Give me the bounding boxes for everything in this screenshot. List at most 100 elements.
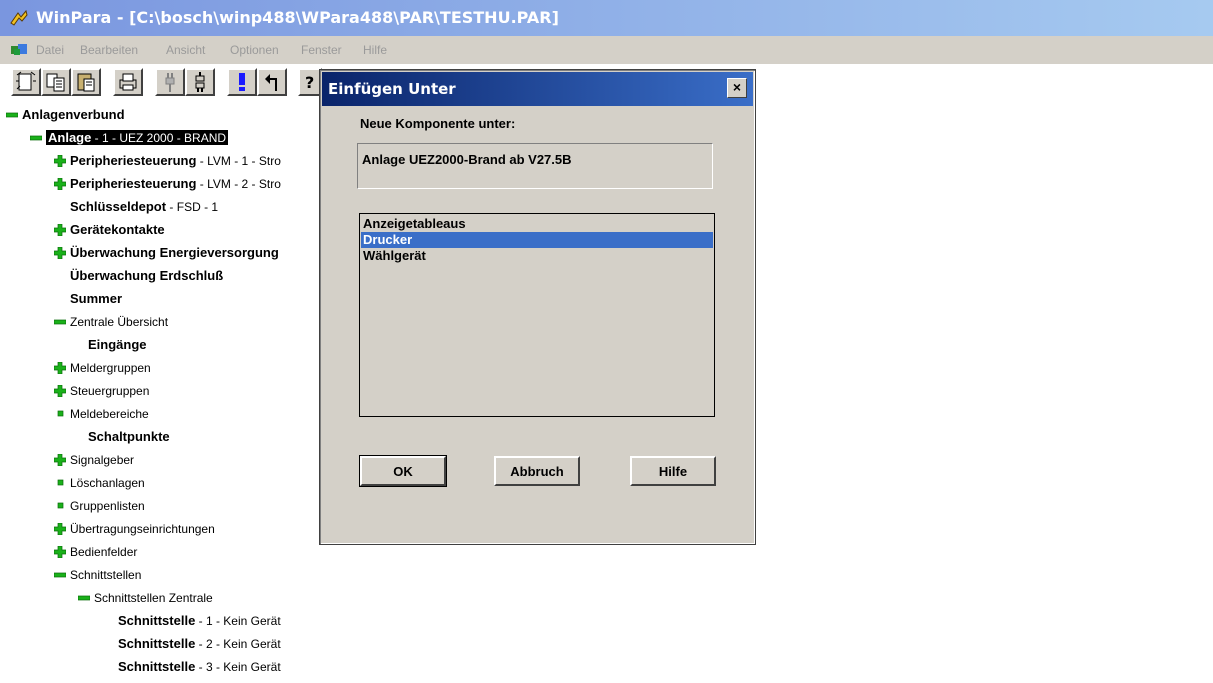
collapse-icon[interactable]	[6, 109, 18, 121]
paste-button[interactable]	[71, 68, 101, 96]
cancel-button[interactable]: Abbruch	[494, 456, 580, 486]
tree-node-anlage[interactable]: Anlage - 1 - UEZ 2000 - BRAND	[30, 127, 229, 149]
tree-desc: - 1 - Kein Gerät	[195, 614, 281, 628]
expand-icon[interactable]	[54, 454, 66, 466]
tree-node[interactable]: Steuergruppen	[54, 380, 149, 402]
close-button[interactable]: ×	[727, 78, 747, 98]
print-button[interactable]	[113, 68, 143, 96]
help-dialog-button[interactable]: Hilfe	[630, 456, 716, 486]
undo-icon	[265, 74, 277, 91]
tree-label: Summer	[70, 291, 123, 306]
tree-desc: - 1 - UEZ 2000 - BRAND	[91, 131, 227, 145]
tree-desc: - LVM - 1 - Stro	[196, 154, 281, 168]
list-item-selected[interactable]: Drucker	[361, 232, 713, 248]
expand-icon[interactable]	[54, 247, 66, 259]
tree-node[interactable]: Schlüsseldepot - FSD - 1	[54, 196, 218, 218]
close-icon: ×	[732, 79, 742, 95]
tree-node[interactable]: Schnittstellen Zentrale	[78, 587, 213, 609]
menu-fenster[interactable]: Fenster	[301, 43, 342, 57]
tree-label: Schnittstellen Zentrale	[94, 591, 213, 605]
expand-icon[interactable]	[54, 155, 66, 167]
plug-icon	[165, 73, 175, 92]
expand-icon[interactable]	[54, 224, 66, 236]
tree-node[interactable]: Schnittstelle - 1 - Kein Gerät	[102, 610, 281, 632]
leaf-icon	[57, 410, 64, 417]
tree-node[interactable]: Eingänge	[72, 334, 147, 356]
tree-label: Schnittstelle	[118, 659, 196, 674]
list-item[interactable]: Wählgerät	[361, 248, 713, 264]
tree-label: Gerätekontakte	[70, 222, 165, 237]
tree-label: Übertragungseinrichtungen	[70, 522, 215, 536]
tree-node[interactable]: Schaltpunkte	[72, 426, 170, 448]
expand-icon[interactable]	[54, 178, 66, 190]
tree-node[interactable]: Zentrale Übersicht	[54, 311, 168, 333]
tree-node[interactable]: Schnittstelle - 3 - Kein Gerät	[102, 656, 281, 678]
tree-node[interactable]: Signalgeber	[54, 449, 134, 471]
tree-node[interactable]: Meldebereiche	[54, 403, 149, 425]
menu-ansicht[interactable]: Ansicht	[166, 43, 205, 57]
tree-node[interactable]: Gerätekontakte	[54, 219, 165, 241]
app-icon	[10, 9, 28, 26]
tree-node[interactable]: Meldergruppen	[54, 357, 151, 379]
document-window-icon[interactable]	[10, 43, 28, 57]
menu-bar: Datei Bearbeiten Ansicht Optionen Fenste…	[0, 36, 1213, 64]
tree-label: Peripheriesteuerung	[70, 153, 197, 168]
tree-node[interactable]: Summer	[54, 288, 122, 310]
dialog-title: Einfügen Unter	[328, 80, 456, 98]
tree-label: Schnittstelle	[118, 636, 196, 651]
copy-icon	[46, 73, 65, 92]
tree-node[interactable]: Schnittstelle - 2 - Kein Gerät	[102, 633, 281, 655]
tree-label: Meldebereiche	[70, 407, 149, 421]
disconnect-button[interactable]	[185, 68, 215, 96]
tree-label: Schlüsseldepot	[70, 199, 167, 214]
tree-label: Meldergruppen	[70, 361, 151, 375]
component-listbox[interactable]: Anzeigetableaus Drucker Wählgerät	[359, 213, 715, 417]
tree-desc: - LVM - 2 - Stro	[196, 177, 281, 191]
expand-icon[interactable]	[54, 362, 66, 374]
collapse-icon[interactable]	[54, 316, 66, 328]
expand-icon[interactable]	[54, 385, 66, 397]
insert-dialog: Einfügen Unter × Neue Komponente unter: …	[319, 69, 756, 545]
leaf-icon	[57, 502, 64, 509]
unplug-icon	[195, 72, 205, 92]
tree-label: Steuergruppen	[70, 384, 150, 398]
menu-optionen[interactable]: Optionen	[230, 43, 279, 57]
copy-button[interactable]	[41, 68, 71, 96]
expand-icon[interactable]	[54, 523, 66, 535]
alert-button[interactable]	[227, 68, 257, 96]
tree-label: Gruppenlisten	[70, 499, 145, 513]
list-item[interactable]: Anzeigetableaus	[361, 216, 713, 232]
menu-hilfe[interactable]: Hilfe	[363, 43, 387, 57]
undo-button[interactable]	[257, 68, 287, 96]
tree-node[interactable]: Gruppenlisten	[54, 495, 145, 517]
menu-datei[interactable]: Datei	[36, 43, 64, 57]
tree-node[interactable]: Bedienfelder	[54, 541, 137, 563]
tree-node[interactable]: Überwachung Erdschluß	[54, 265, 223, 287]
dialog-title-bar[interactable]: Einfügen Unter ×	[322, 72, 753, 106]
collapse-icon[interactable]	[78, 592, 90, 604]
tree-node[interactable]: Übertragungseinrichtungen	[54, 518, 215, 540]
tree-node[interactable]: Peripheriesteuerung - LVM - 2 - Stro	[54, 173, 281, 195]
tree-node-root[interactable]: Anlagenverbund	[6, 104, 125, 126]
ok-button[interactable]: OK	[359, 455, 447, 487]
collapse-icon[interactable]	[54, 569, 66, 581]
tree-label: Bedienfelder	[70, 545, 138, 559]
exclamation-icon	[239, 73, 245, 91]
menu-bearbeiten[interactable]: Bearbeiten	[80, 43, 138, 57]
tree-node[interactable]: Überwachung Energieversorgung	[54, 242, 279, 264]
tree-node[interactable]: Peripheriesteuerung - LVM - 1 - Stro	[54, 150, 281, 172]
svg-text:?: ?	[305, 73, 314, 92]
tree-node[interactable]: Schnittstellen	[54, 564, 141, 586]
connect-button[interactable]	[155, 68, 185, 96]
tree-label: Signalgeber	[70, 453, 135, 467]
tree-label: Anlagenverbund	[22, 107, 125, 122]
paste-icon	[77, 73, 95, 92]
selected-tree-label: Anlage - 1 - UEZ 2000 - BRAND	[46, 130, 229, 145]
expand-icon[interactable]	[54, 546, 66, 558]
tree-node[interactable]: Löschanlagen	[54, 472, 145, 494]
collapse-icon[interactable]	[30, 132, 42, 144]
app-title-bar[interactable]: WinPara - [C:\bosch\winp488\WPara488\PAR…	[0, 0, 1213, 36]
new-button[interactable]	[11, 68, 41, 96]
leaf-icon	[57, 479, 64, 486]
tree-desc: - FSD - 1	[166, 200, 219, 214]
